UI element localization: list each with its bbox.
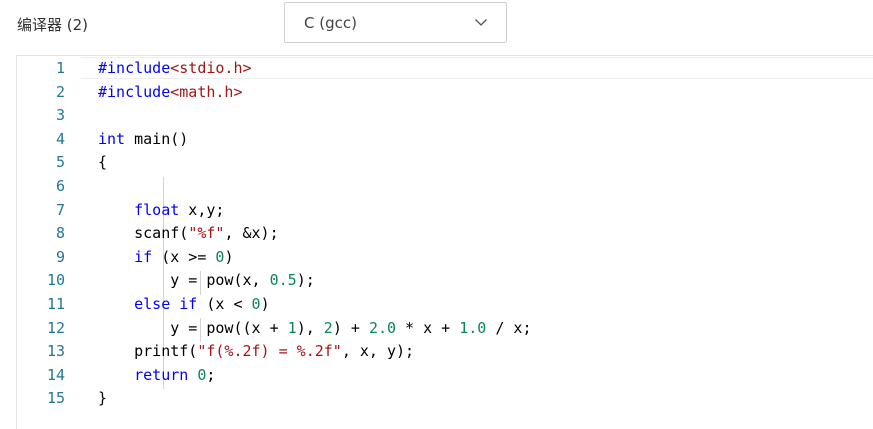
chevron-down-icon [475,19,487,26]
line-number: 15 [46,389,65,408]
code-line[interactable]: #include<stdio.h> [81,57,873,81]
code-token: float [134,200,180,219]
code-line[interactable]: } [81,387,873,411]
code-token: x,y; [179,200,225,219]
code-token: y = pow((x + [98,318,288,337]
code-token: ), [296,318,324,337]
line-number: 11 [46,295,65,313]
code-token: (x < [197,295,252,313]
compiler-select[interactable]: C (gcc) [284,2,507,43]
line-number: 1 [55,59,65,77]
line-number: 2 [55,82,65,101]
line-number: 8 [55,224,65,243]
line-number: 9 [55,247,65,266]
compiler-label: 编译器 (2) [17,16,89,34]
line-number: 7 [55,200,65,219]
editor-header: 编译器 (2) C (gcc) [0,0,873,52]
code-token: "%f" [188,224,225,243]
code-token: main() [125,129,189,148]
code-line[interactable] [81,175,873,199]
code-token: 1 [287,318,297,337]
code-line[interactable] [81,104,873,128]
code-line[interactable]: y = pow(x, 0.5); [81,269,873,293]
code-line[interactable]: int main() [81,128,873,152]
code-token: scanf( [98,224,189,243]
code-token: (x >= [152,247,216,266]
code-line[interactable]: scanf("%f", &x); [81,222,873,246]
code-line[interactable]: { [81,151,873,175]
code-token: #include [98,82,171,101]
code-token: ) [224,247,234,266]
line-number: 14 [46,365,65,384]
code-token: { [98,153,108,172]
line-number: 6 [55,177,65,195]
code-token: #include [98,59,171,77]
line-number: 10 [46,271,65,290]
code-token: 1.0 [459,318,487,337]
code-line[interactable]: #include<math.h> [81,81,873,105]
code-token: , x, y); [341,342,415,361]
code-line[interactable]: if (x >= 0) [81,246,873,270]
code-token: <math.h> [170,82,243,101]
code-line[interactable]: else if (x < 0) [81,293,873,317]
line-number: 4 [55,129,65,148]
code-token: <stdio.h> [170,59,252,77]
line-number: 3 [55,106,65,125]
code-token: 0 [251,295,261,313]
code-token: ); [296,271,315,290]
line-number: 13 [46,342,65,361]
code-token: , &x); [224,224,279,243]
code-token: "f(%.2f) = %.2f" [197,342,342,361]
code-token: if [179,295,198,313]
code-area[interactable]: #include<stdio.h> #include<math.h> int mai… [81,56,873,429]
code-token: y = pow(x, [98,271,270,290]
code-token: * x + [396,318,460,337]
code-token: printf( [98,342,198,361]
code-line[interactable]: printf("f(%.2f) = %.2f", x, y); [81,340,873,364]
code-line[interactable]: return 0; [81,364,873,388]
code-line[interactable]: y = pow((x + 1), 2) + 2.0 * x + 1.0 / x; [81,317,873,341]
code-token: ) + [332,318,369,337]
code-editor[interactable]: 1 2 3 4 5 6 7 8 9 10 11 12 13 14 15 #include<stdio.h> #… [16,55,873,429]
line-number: 5 [55,153,65,172]
code-token: } [98,389,108,408]
compiler-selected-value: C (gcc) [304,14,357,32]
code-token: 2.0 [368,318,397,337]
code-token: 2 [323,318,333,337]
code-token: 0.5 [269,271,297,290]
line-number-gutter: 1 2 3 4 5 6 7 8 9 10 11 12 13 14 15 [17,56,81,429]
code-token: int [98,129,126,148]
code-token: ) [260,295,270,313]
code-token: if [134,247,153,266]
code-line[interactable]: float x,y; [81,199,873,223]
code-token: ; [206,365,216,384]
code-token: else [134,295,171,313]
line-number: 12 [46,318,65,337]
code-token: return [134,365,189,384]
code-token: / x; [486,318,532,337]
